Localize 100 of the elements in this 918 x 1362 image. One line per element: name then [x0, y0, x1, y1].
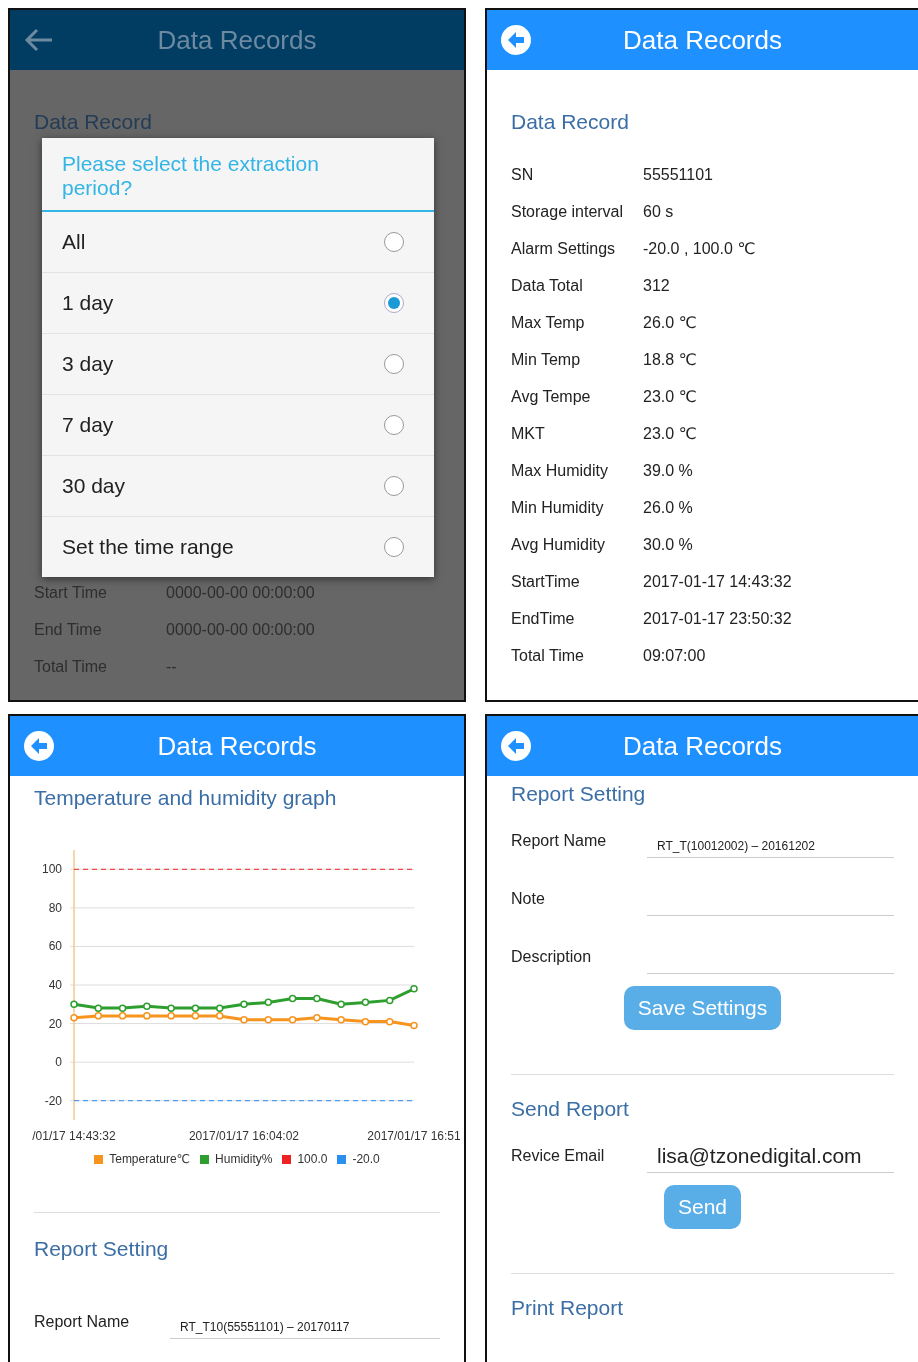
x-tick-label: 2017/01/17 16:51	[367, 1129, 461, 1143]
point	[118, 1012, 127, 1020]
point	[143, 1002, 151, 1010]
radio-button[interactable]	[384, 232, 404, 253]
point	[410, 985, 418, 993]
back-icon[interactable]	[499, 729, 533, 763]
radio-button[interactable]	[384, 476, 404, 497]
x-tick-label: 2017/01/17 16:04:02	[188, 1129, 300, 1143]
y-tick-label: 100	[41, 862, 62, 877]
back-icon[interactable]	[499, 23, 533, 57]
y-tick-label: 20	[48, 1016, 62, 1031]
field-value: 30.0 %	[643, 535, 693, 554]
back-icon[interactable]	[22, 729, 56, 763]
field-label: Revice Email	[511, 1147, 606, 1167]
y-tick-label: 0	[55, 1055, 62, 1070]
y-tick-label: 60	[48, 939, 62, 954]
point	[313, 1014, 321, 1022]
y-tick-label: 80	[48, 900, 62, 915]
field-label: StartTime	[511, 572, 581, 591]
field-value: 2017-01-17 14:43:32	[643, 572, 792, 591]
field-label: EndTime	[511, 609, 576, 628]
x-tick-label: /01/17 14:43:32	[32, 1129, 116, 1143]
field-value: 55551101	[643, 165, 713, 184]
screen-title: Data Records	[156, 730, 318, 762]
dialog-title: Please select the extraction period?	[42, 138, 434, 213]
text-field[interactable]: lisa@tzonedigital.com	[647, 1142, 894, 1174]
point	[143, 1012, 151, 1020]
field-label: Min Humidity	[511, 498, 605, 517]
radio-button[interactable]	[384, 293, 404, 314]
point	[337, 1000, 345, 1009]
section-title: Temperature and humidity graph	[34, 786, 338, 810]
field-label: Total Time	[34, 657, 108, 676]
field-value: 0000-00-00 00:00:00	[166, 620, 315, 639]
point	[240, 1015, 248, 1024]
field-value: -20.0 , 100.0 ℃	[643, 239, 756, 258]
section-title: Data Record	[34, 110, 153, 134]
field-label: Data Total	[511, 276, 584, 295]
field-value: 09:07:00	[643, 646, 706, 665]
option-row[interactable]: Set the time range	[42, 517, 434, 578]
field-value: 18.8 ℃	[643, 350, 697, 369]
point	[118, 1004, 127, 1012]
point	[410, 1021, 418, 1030]
legend-swatch	[200, 1154, 210, 1164]
field-label: SN	[511, 165, 535, 184]
field-value: 23.0 ℃	[643, 387, 697, 406]
text-field[interactable]: RT_T10(55551101) – 20170117	[170, 1308, 440, 1340]
field-value: 60 s	[643, 202, 674, 221]
field-label: Report Name	[511, 832, 608, 852]
section-title: Data Record	[511, 110, 630, 134]
text-field[interactable]: RT_T(10012002) – 20161202	[647, 827, 894, 859]
point	[264, 1015, 273, 1024]
point	[288, 1015, 297, 1024]
point	[313, 994, 321, 1003]
radio-button[interactable]	[384, 537, 404, 558]
option-row[interactable]: 1 day	[42, 273, 434, 335]
point	[240, 1000, 248, 1009]
section-title: Report Setting	[511, 782, 647, 807]
field-label: Total Time	[511, 646, 585, 665]
y-tick-label: 40	[48, 978, 62, 992]
screen-title: Data Records	[156, 24, 318, 56]
point	[215, 1012, 224, 1020]
legend-label: Temperature℃	[109, 1152, 191, 1166]
y-tick-label: -20	[44, 1093, 62, 1108]
field-label: MKT	[511, 424, 546, 443]
point	[70, 1000, 78, 1009]
legend-label: -20.0	[352, 1152, 380, 1166]
legend-swatch	[337, 1154, 347, 1164]
field-label: Max Humidity	[511, 461, 609, 480]
screen-title: Data Records	[622, 730, 783, 762]
field-label: Report Name	[34, 1313, 131, 1333]
field-label: End Time	[34, 620, 103, 639]
radio-button[interactable]	[384, 415, 404, 436]
legend-swatch	[282, 1154, 292, 1164]
field-label: Min Temp	[511, 350, 582, 369]
legend-label: 100.0	[297, 1152, 328, 1166]
option-row[interactable]: All	[42, 212, 434, 274]
point	[361, 1017, 370, 1026]
field-label: Storage interval	[511, 202, 625, 221]
point	[337, 1015, 345, 1024]
field-value: 26.0 %	[643, 498, 693, 517]
point	[385, 1017, 394, 1026]
field-label: Note	[511, 890, 546, 910]
screen-title: Data Records	[622, 24, 783, 56]
point	[215, 1004, 224, 1012]
field-label: Max Temp	[511, 313, 586, 332]
field-value: 0000-00-00 00:00:00	[166, 583, 315, 602]
point	[385, 996, 394, 1005]
option-row[interactable]: 7 day	[42, 395, 434, 457]
section-title: Print Report	[511, 1296, 625, 1321]
point	[94, 1012, 103, 1020]
field-value: 39.0 %	[643, 461, 693, 480]
option-row[interactable]: 30 day	[42, 456, 434, 518]
field-label: Avg Humidity	[511, 535, 606, 554]
point	[94, 1004, 103, 1012]
field-value: 26.0 ℃	[643, 313, 697, 332]
section-title: Report Setting	[34, 1237, 170, 1262]
point	[361, 998, 370, 1007]
radio-button[interactable]	[384, 354, 404, 375]
option-row[interactable]: 3 day	[42, 334, 434, 396]
section-title: Send Report	[511, 1097, 630, 1122]
